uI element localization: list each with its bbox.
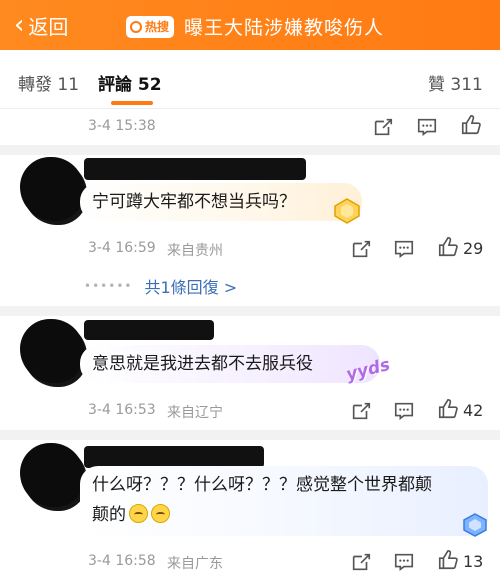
view-replies-link[interactable]: •••••• 共1條回復 > bbox=[84, 274, 237, 298]
section-separator bbox=[0, 306, 500, 316]
chevron-left-icon: ‹ bbox=[14, 10, 25, 40]
comment-icon[interactable] bbox=[393, 400, 415, 422]
badge-icon bbox=[334, 198, 360, 224]
comment-bubble: 什么呀？？？什么呀？？？感觉整个世界都颠 颠的 bbox=[80, 466, 488, 536]
like-count: 42 bbox=[463, 401, 484, 420]
repost-icon[interactable] bbox=[350, 400, 372, 422]
comment-bubble: 宁可蹲大牢都不想当兵吗？ bbox=[80, 183, 362, 221]
comment-location: 来自辽宁 bbox=[167, 405, 223, 421]
hot-tag-label: 热搜 bbox=[145, 20, 170, 34]
reply-dots: •••••• bbox=[84, 279, 133, 293]
comment-text: 宁可蹲大牢都不想当兵吗？ bbox=[92, 192, 296, 212]
repost-icon[interactable] bbox=[350, 238, 372, 260]
comment-location: 来自贵州 bbox=[167, 243, 223, 259]
like-count: 29 bbox=[463, 239, 484, 258]
repost-icon[interactable] bbox=[350, 551, 372, 573]
username-redacted bbox=[84, 446, 264, 468]
like-icon[interactable] bbox=[437, 398, 459, 420]
search-icon bbox=[130, 20, 142, 33]
diamond-badge-icon bbox=[463, 513, 487, 537]
tab-bar: 轉發 11 評論 52 贊 311 bbox=[0, 50, 500, 108]
username-redacted bbox=[84, 320, 214, 340]
avatar[interactable] bbox=[20, 157, 84, 221]
comment-text-line: 什么呀？？？什么呀？？？感觉整个世界都颠 bbox=[92, 475, 432, 495]
speechless-emoji-icon bbox=[151, 504, 170, 523]
like-icon[interactable] bbox=[460, 114, 482, 136]
comment-icon[interactable] bbox=[393, 551, 415, 573]
username-redacted bbox=[84, 158, 306, 180]
page-title: 曝王大陆涉嫌教唆伤人 bbox=[184, 17, 385, 39]
like-count: 13 bbox=[463, 552, 484, 571]
back-button[interactable]: ‹ 返回 bbox=[14, 10, 68, 40]
replies-label: 共1條回復 > bbox=[144, 278, 238, 297]
section-separator bbox=[0, 145, 500, 155]
tab-likes[interactable]: 贊 311 bbox=[428, 70, 483, 95]
comment-time: 3-4 16:59 bbox=[88, 240, 156, 256]
top-bar: ‹ 返回 热搜 曝王大陆涉嫌教唆伤人 bbox=[0, 0, 500, 50]
section-separator bbox=[0, 430, 500, 440]
topic-header: 热搜 曝王大陆涉嫌教唆伤人 bbox=[126, 13, 384, 40]
speechless-emoji-icon bbox=[129, 504, 148, 523]
comment-time: 3-4 16:58 bbox=[88, 553, 156, 569]
comment-text-line2: 颠的 bbox=[92, 500, 476, 530]
tab-comments[interactable]: 評論 52 bbox=[98, 70, 162, 95]
avatar[interactable] bbox=[20, 443, 84, 507]
comment-time: 3-4 16:53 bbox=[88, 402, 156, 418]
comment-icon[interactable] bbox=[393, 238, 415, 260]
comment-location: 来自广东 bbox=[167, 556, 223, 572]
comment-icon[interactable] bbox=[416, 116, 438, 138]
comment-time: 3-4 15:38 bbox=[88, 118, 156, 134]
like-icon[interactable] bbox=[437, 549, 459, 571]
comment-text: 意思就是我进去都不去服兵役 bbox=[92, 354, 313, 374]
repost-icon[interactable] bbox=[372, 116, 394, 138]
active-tab-indicator bbox=[111, 101, 153, 105]
hot-search-badge: 热搜 bbox=[126, 15, 175, 38]
avatar[interactable] bbox=[20, 319, 84, 383]
divider bbox=[0, 108, 500, 109]
like-icon[interactable] bbox=[437, 236, 459, 258]
back-label: 返回 bbox=[28, 14, 69, 39]
tab-repost[interactable]: 轉發 11 bbox=[18, 70, 79, 95]
comment-bubble: 意思就是我进去都不去服兵役 bbox=[80, 345, 380, 383]
